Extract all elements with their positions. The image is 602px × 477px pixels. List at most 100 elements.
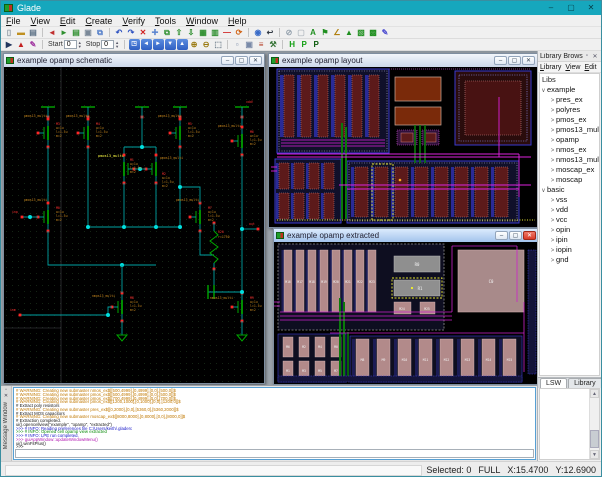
cell-item-opin[interactable]: > opin: [540, 225, 599, 235]
cell-item-opamp[interactable]: > opamp: [540, 135, 599, 145]
library-tree[interactable]: Libs ∨example > pres_ex > polyres > pmos_ex > pm…: [539, 73, 600, 376]
tree-collapsed-icon[interactable]: >: [549, 126, 556, 135]
print-icon[interactable]: ▣: [83, 27, 94, 38]
grid-icon[interactable]: ▫: [232, 39, 243, 50]
window-schematic[interactable]: example opamp schematic – ▢ ✕ inp inm out p…: [3, 53, 265, 384]
window-extracted[interactable]: example opamp extracted – ▢ ✕ M16 M17 M18 M…: [273, 228, 537, 385]
previous-view-icon[interactable]: ↩: [265, 27, 276, 38]
close-icon[interactable]: ✕: [581, 1, 601, 15]
library-item-example[interactable]: ∨example: [540, 85, 599, 95]
edit-script-icon[interactable]: ✎: [28, 39, 39, 50]
stop-spinner-arrows[interactable]: ▲ ▼: [115, 40, 119, 49]
ruler-icon[interactable]: ∠: [332, 27, 343, 38]
abort-icon[interactable]: ▲: [16, 39, 27, 50]
tree-collapsed-icon[interactable]: >: [549, 196, 556, 205]
no-edit-icon[interactable]: ⊘: [284, 27, 295, 38]
tools-icon[interactable]: ⚒: [268, 39, 279, 50]
array-icon[interactable]: ▥: [210, 27, 221, 38]
cell-item-ipin[interactable]: > ipin: [540, 235, 599, 245]
tree-collapsed-icon[interactable]: >: [549, 156, 556, 165]
layout-titlebar[interactable]: example opamp layout – ▢ ✕: [269, 54, 537, 67]
lsw-panel[interactable]: ▲ ▼: [539, 388, 600, 460]
zoom-area-icon[interactable]: ⬚: [213, 39, 224, 50]
close-icon[interactable]: ✕: [523, 231, 536, 240]
move-icon[interactable]: ✛: [150, 27, 161, 38]
tree-collapsed-icon[interactable]: >: [549, 106, 556, 115]
tree-expanded-icon[interactable]: ∨: [540, 186, 547, 195]
cell-item-nmos_ex[interactable]: > nmos_ex: [540, 145, 599, 155]
library-browser-titlebar[interactable]: Library Browser ▫ ✕: [538, 51, 601, 62]
tree-collapsed-icon[interactable]: >: [549, 226, 556, 235]
stretch-icon[interactable]: —: [222, 27, 233, 38]
menu-verify[interactable]: Verify: [117, 15, 150, 27]
flatten-icon[interactable]: ▦: [198, 27, 209, 38]
copy-view-icon[interactable]: ⧉: [95, 27, 106, 38]
pin-icon[interactable]: ⚑: [320, 27, 331, 38]
polygon-icon[interactable]: ▧: [356, 27, 367, 38]
dock-tab-lsw[interactable]: LSW: [540, 378, 568, 388]
cell-item-gnd[interactable]: > gnd: [540, 255, 599, 265]
pan-right-icon[interactable]: ►: [152, 39, 164, 50]
dock-tab-library-browser[interactable]: Library Browser: [568, 378, 601, 397]
menu-window[interactable]: Window: [181, 15, 223, 27]
menu-edit[interactable]: Edit: [55, 15, 81, 27]
marker-p1-icon[interactable]: P: [299, 39, 310, 50]
scroll-down-icon[interactable]: ▼: [590, 450, 599, 459]
start-value[interactable]: 0: [63, 40, 77, 49]
menu-tools[interactable]: Tools: [150, 15, 181, 27]
window-layout[interactable]: example opamp layout – ▢ ✕: [268, 53, 537, 228]
lb-menu-library[interactable]: Library: [540, 64, 561, 71]
up-hierarchy-icon[interactable]: ⇧: [174, 27, 185, 38]
fill-icon[interactable]: ▩: [368, 27, 379, 38]
extracted-canvas[interactable]: M16 M17 M18 M19 M20 M21 M22 M23 R0 R1 M24 M25 C0 M6 M1…: [274, 242, 537, 384]
menu-file[interactable]: File: [1, 15, 26, 27]
tree-expanded-icon[interactable]: ∨: [540, 86, 547, 95]
lb-menu-view[interactable]: View: [565, 64, 580, 71]
cell-item-iopin[interactable]: > iopin: [540, 245, 599, 255]
export-icon[interactable]: ►: [59, 27, 70, 38]
cell-item-nmos13_multi[interactable]: > nmos13_multi: [540, 155, 599, 165]
scroll-up-icon[interactable]: ▲: [590, 389, 599, 398]
copy-inst-icon[interactable]: ⧉: [162, 27, 173, 38]
tree-collapsed-icon[interactable]: >: [549, 146, 556, 155]
tree-collapsed-icon[interactable]: >: [549, 216, 556, 225]
cell-item-vss[interactable]: > vss: [540, 195, 599, 205]
hill-icon[interactable]: ▲: [344, 27, 355, 38]
cell-item-pmos13_multi[interactable]: > pmos13_multi: [540, 125, 599, 135]
maximize-icon[interactable]: ▢: [509, 231, 522, 240]
marker-p2-icon[interactable]: P: [311, 39, 322, 50]
float-icon[interactable]: ▫: [583, 53, 591, 59]
world-view-icon[interactable]: ◉: [253, 27, 264, 38]
stop-value[interactable]: 0: [101, 40, 115, 49]
cell-item-vcc[interactable]: > vcc: [540, 215, 599, 225]
library-item-basic[interactable]: ∨basic: [540, 185, 599, 195]
cell-item-moscap[interactable]: > moscap: [540, 175, 599, 185]
import-icon[interactable]: ◄: [47, 27, 58, 38]
pan-left-icon[interactable]: ◄: [140, 39, 152, 50]
lb-menu-edit[interactable]: Edit: [584, 64, 596, 71]
log-output[interactable]: # WARNING: Creating new submaster nmos_e…: [14, 388, 535, 448]
close-icon[interactable]: ✕: [249, 56, 262, 65]
save-icon[interactable]: ▤: [28, 27, 39, 38]
undo-icon[interactable]: ↶: [114, 27, 125, 38]
edit-shape-icon[interactable]: ✎: [380, 27, 391, 38]
layers-icon[interactable]: ≡: [256, 39, 267, 50]
minimize-icon[interactable]: –: [221, 56, 234, 65]
rotate-icon[interactable]: ⟳: [234, 27, 245, 38]
minimize-icon[interactable]: –: [541, 1, 561, 15]
cell-item-pres_ex[interactable]: > pres_ex: [540, 95, 599, 105]
down-hierarchy-icon[interactable]: ⇩: [186, 27, 197, 38]
tree-collapsed-icon[interactable]: >: [549, 96, 556, 105]
tree-collapsed-icon[interactable]: >: [549, 236, 556, 245]
minimize-icon[interactable]: –: [494, 56, 507, 65]
tree-collapsed-icon[interactable]: >: [549, 246, 556, 255]
maximize-icon[interactable]: ▢: [508, 56, 521, 65]
scrollbar-thumb[interactable]: [590, 430, 599, 448]
cell-item-vdd[interactable]: > vdd: [540, 205, 599, 215]
tree-collapsed-icon[interactable]: >: [549, 136, 556, 145]
close-icon[interactable]: ✕: [522, 56, 535, 65]
tree-collapsed-icon[interactable]: >: [549, 166, 556, 175]
zoom-out-icon[interactable]: ⊖: [201, 39, 212, 50]
note-icon[interactable]: ▢: [296, 27, 307, 38]
tree-collapsed-icon[interactable]: >: [549, 206, 556, 215]
